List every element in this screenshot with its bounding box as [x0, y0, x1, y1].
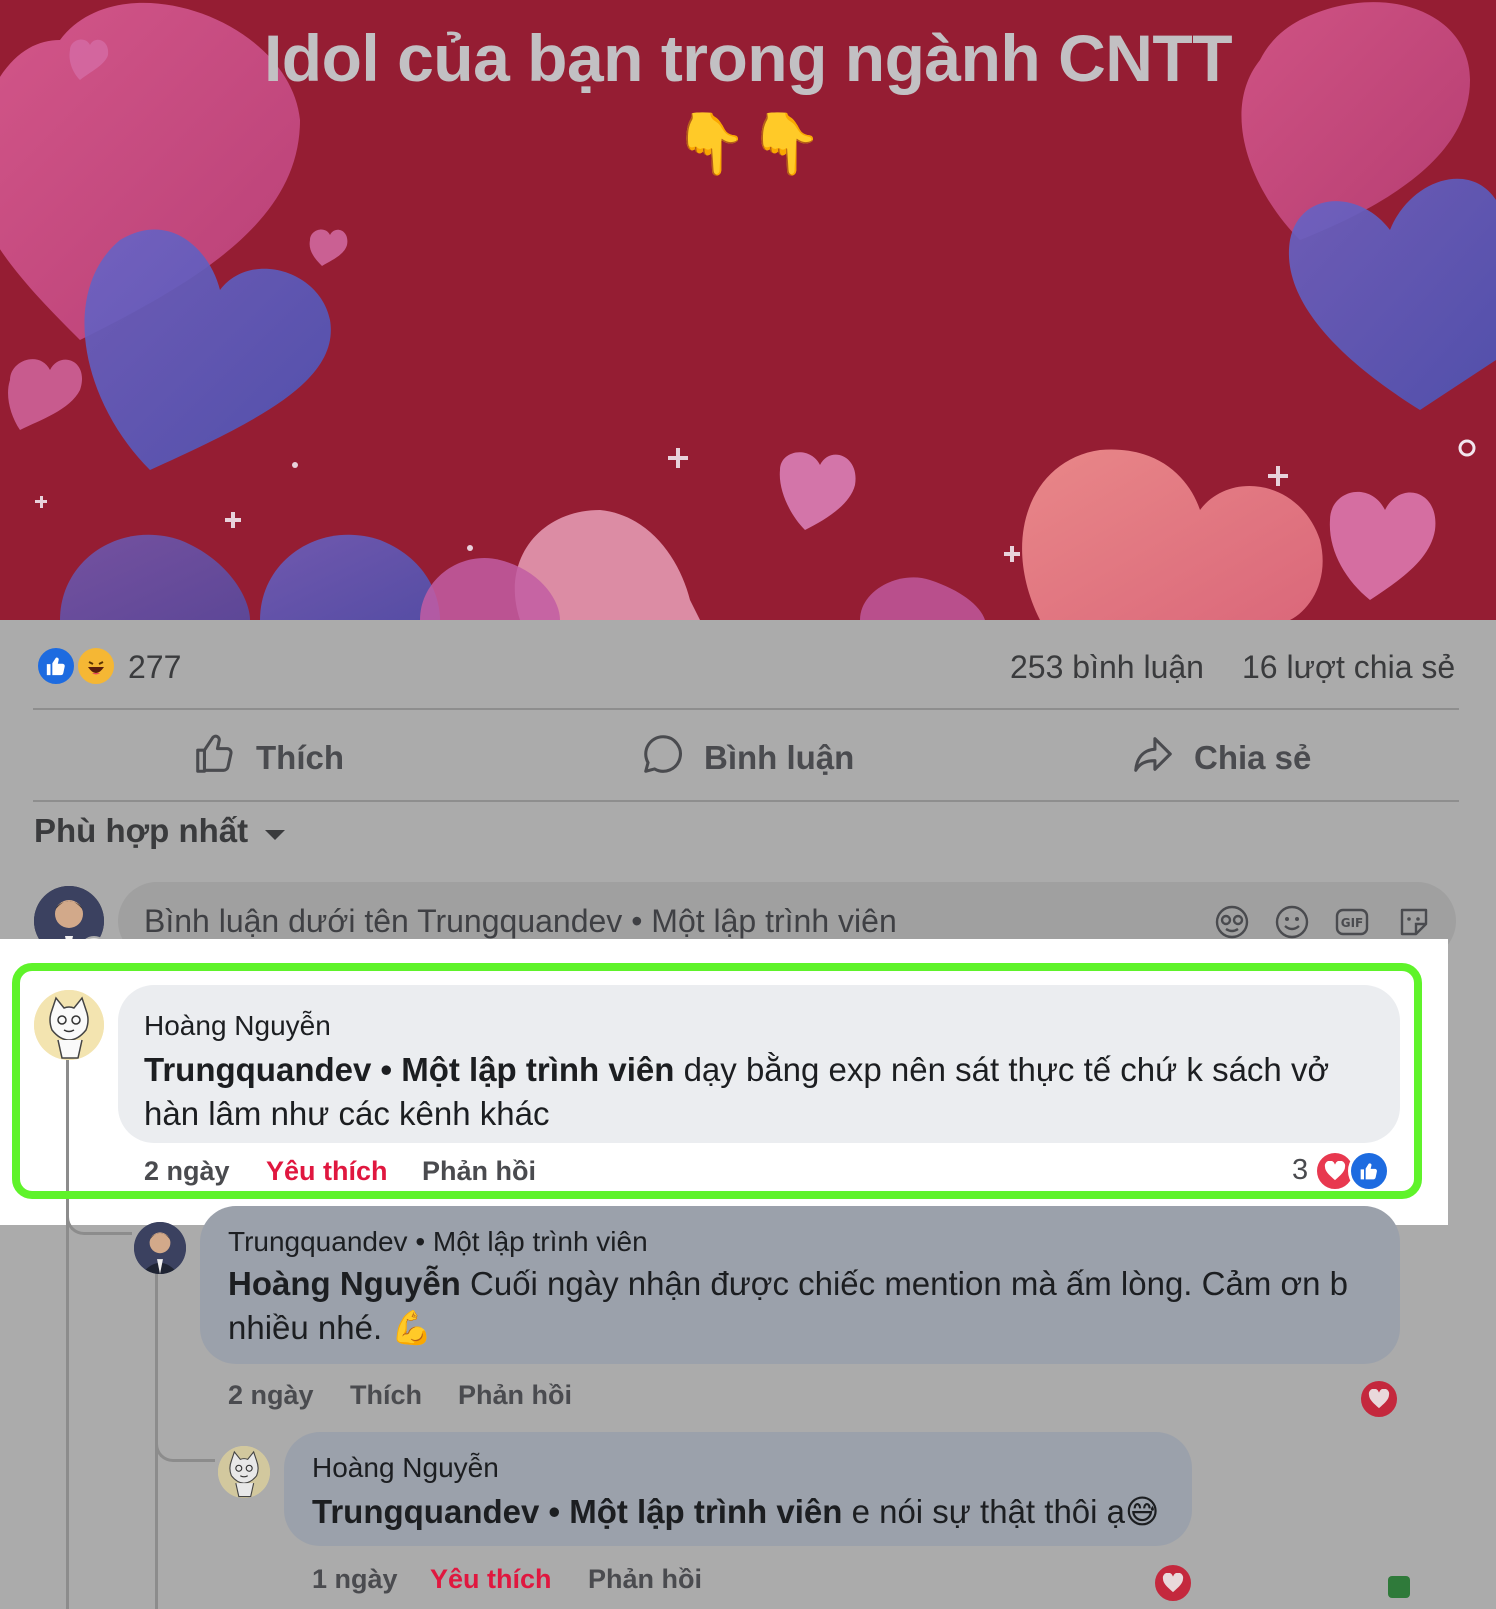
online-status-icon [1388, 1576, 1410, 1598]
thumbs-up-icon [192, 731, 238, 785]
divider [33, 800, 1459, 802]
mention-link[interactable]: Trungquandev • Một lập trình viên [312, 1493, 842, 1530]
reply-text-line1: e nói sự thật thôi ạ😅 [842, 1493, 1160, 1530]
post-banner: Idol của bạn trong ngành CNTT 👇👇 [0, 0, 1496, 620]
thread-connector [155, 1430, 215, 1462]
reply-time[interactable]: 1 ngày [312, 1564, 398, 1595]
sort-label: Phù hợp nhất [34, 812, 249, 849]
reply-text-line2: nhiều nhé. 💪 [228, 1309, 433, 1346]
avatar-sticker-icon[interactable] [1214, 904, 1250, 940]
svg-text:GIF: GIF [1341, 916, 1364, 930]
reply-author[interactable]: Trungquandev • Một lập trình viên [228, 1226, 648, 1258]
post-title: Idol của bạn trong ngành CNTT [263, 21, 1233, 95]
like-button[interactable]: Thích [350, 1380, 422, 1411]
comment-count[interactable]: 253 bình luận [1010, 649, 1204, 686]
reply-author-avatar[interactable] [134, 1222, 186, 1274]
comment-button[interactable]: Bình luận [640, 728, 854, 788]
caret-down-icon [264, 812, 286, 850]
speech-bubble-icon [640, 731, 686, 785]
comment-sort-dropdown[interactable]: Phù hợp nhất [34, 812, 286, 850]
highlight-border [12, 963, 1422, 1199]
reply-button[interactable]: Phản hồi [458, 1380, 572, 1411]
reaction-count[interactable]: 277 [128, 649, 181, 686]
share-arrow-icon [1130, 731, 1176, 785]
sticker-icon[interactable] [1396, 904, 1432, 940]
share-button[interactable]: Chia sẻ [1130, 728, 1311, 788]
comment-input-placeholder: Bình luận dưới tên Trungquandev • Một lậ… [144, 903, 897, 939]
share-count[interactable]: 16 lượt chia sẻ [1242, 649, 1455, 686]
reply-time[interactable]: 2 ngày [228, 1380, 314, 1411]
haha-reaction-icon[interactable] [76, 646, 116, 686]
like-reaction-icon[interactable] [36, 646, 76, 686]
love-button[interactable]: Yêu thích [430, 1564, 552, 1595]
mention-link[interactable]: Hoàng Nguyễn [228, 1265, 461, 1302]
reply-author-avatar[interactable] [218, 1446, 270, 1498]
reply-text: Trungquandev • Một lập trình viên e nói … [312, 1490, 1159, 1533]
gif-icon[interactable]: GIF [1334, 904, 1370, 940]
reply-author[interactable]: Hoàng Nguyễn [312, 1452, 499, 1484]
reply-text: Hoàng Nguyễn Cuối ngày nhận được chiếc m… [228, 1262, 1348, 1305]
divider [33, 708, 1459, 710]
like-button[interactable]: Thích [192, 728, 344, 788]
comment-label: Bình luận [704, 739, 855, 776]
emoji-icon[interactable] [1274, 904, 1310, 940]
heart-reaction-icon[interactable] [1358, 1378, 1400, 1420]
share-label: Chia sẻ [1194, 739, 1312, 776]
reply-text-line1: Cuối ngày nhận được chiếc mention mà ấm … [460, 1265, 1348, 1302]
pointing-down-emoji: 👇👇 [673, 110, 823, 177]
like-label: Thích [256, 739, 344, 776]
heart-reaction-icon[interactable] [1152, 1562, 1194, 1604]
thread-connector [66, 1205, 132, 1235]
reply-button[interactable]: Phản hồi [588, 1564, 702, 1595]
